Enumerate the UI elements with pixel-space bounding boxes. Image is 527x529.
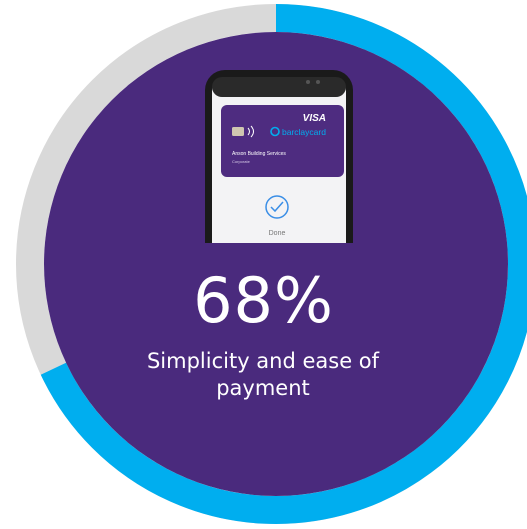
card-brand-label: barclaycard <box>282 127 326 137</box>
card-chip-icon <box>232 127 244 136</box>
stat-graphic: VISA barclaycard Anson Building Services… <box>0 0 527 529</box>
card-type-label: Corporate <box>232 159 251 164</box>
camera-icon <box>306 80 310 84</box>
card-network-label: VISA <box>303 113 326 124</box>
status-text: Done <box>269 230 286 237</box>
card-holder-label: Anson Building Services <box>232 151 286 157</box>
stat-label: Simplicity and ease of payment <box>146 349 380 401</box>
phone-illustration: VISA barclaycard Anson Building Services… <box>205 70 353 243</box>
stat-value: 68% <box>193 264 334 337</box>
